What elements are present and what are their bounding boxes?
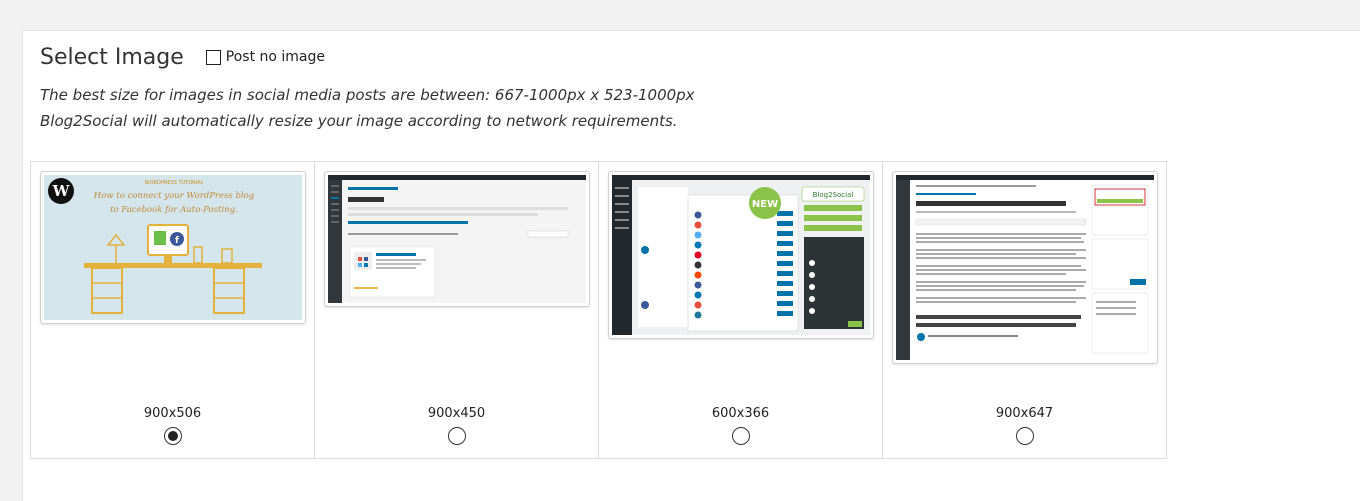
image-option-card[interactable]: 900x647 [882,161,1167,459]
svg-text:WORDPRESS TUTORIAL: WORDPRESS TUTORIAL [145,180,204,186]
post-no-image-label: Post no image [225,49,326,65]
title-row: Select Image Post no image [40,40,325,74]
wordpress-plugins-screenshot [328,175,586,303]
image-options: W WORDPRESS TUTORIAL How to connect your… [30,161,1167,459]
post-editor-screenshot [896,175,1154,360]
image-option-card[interactable]: W WORDPRESS TUTORIAL How to connect your… [30,161,315,459]
image-dimensions: 900x647 [995,406,1054,421]
image-option-card[interactable]: NEW Blog2Social 600x366 [598,161,883,459]
image-dimensions: 900x506 [143,406,202,421]
svg-text:W: W [52,182,71,200]
image-select-radio[interactable] [1015,427,1034,445]
image-thumbnail[interactable] [324,171,590,307]
image-thumbnail[interactable] [892,171,1158,364]
image-select-radio[interactable] [447,427,466,445]
svg-text:to Facebook for Auto-Posting.: to Facebook for Auto-Posting. [110,205,238,215]
image-dimensions: 900x450 [427,406,486,421]
image-select-radio[interactable] [163,427,182,445]
wordpress-tutorial-image: W WORDPRESS TUTORIAL How to connect your… [44,175,302,320]
image-option-card[interactable]: 900x450 [314,161,599,459]
auto-resize-hint: Blog2Social will automatically resize yo… [40,112,678,130]
image-size-hint: The best size for images in social media… [40,86,695,104]
blog2social-networks-screenshot: NEW Blog2Social [612,175,870,335]
post-no-image-toggle[interactable]: Post no image [205,49,326,65]
svg-text:Blog2Social: Blog2Social [813,191,854,199]
image-dimensions: 600x366 [711,406,770,421]
section-title: Select Image [40,44,184,70]
image-thumbnail[interactable]: W WORDPRESS TUTORIAL How to connect your… [40,171,306,324]
svg-text:f: f [175,236,179,246]
image-select-radio[interactable] [731,427,750,445]
post-no-image-checkbox[interactable] [205,49,221,65]
image-thumbnail[interactable]: NEW Blog2Social [608,171,874,339]
svg-text:How to connect your WordPress: How to connect your WordPress blog [93,191,255,201]
svg-text:NEW: NEW [752,199,778,210]
